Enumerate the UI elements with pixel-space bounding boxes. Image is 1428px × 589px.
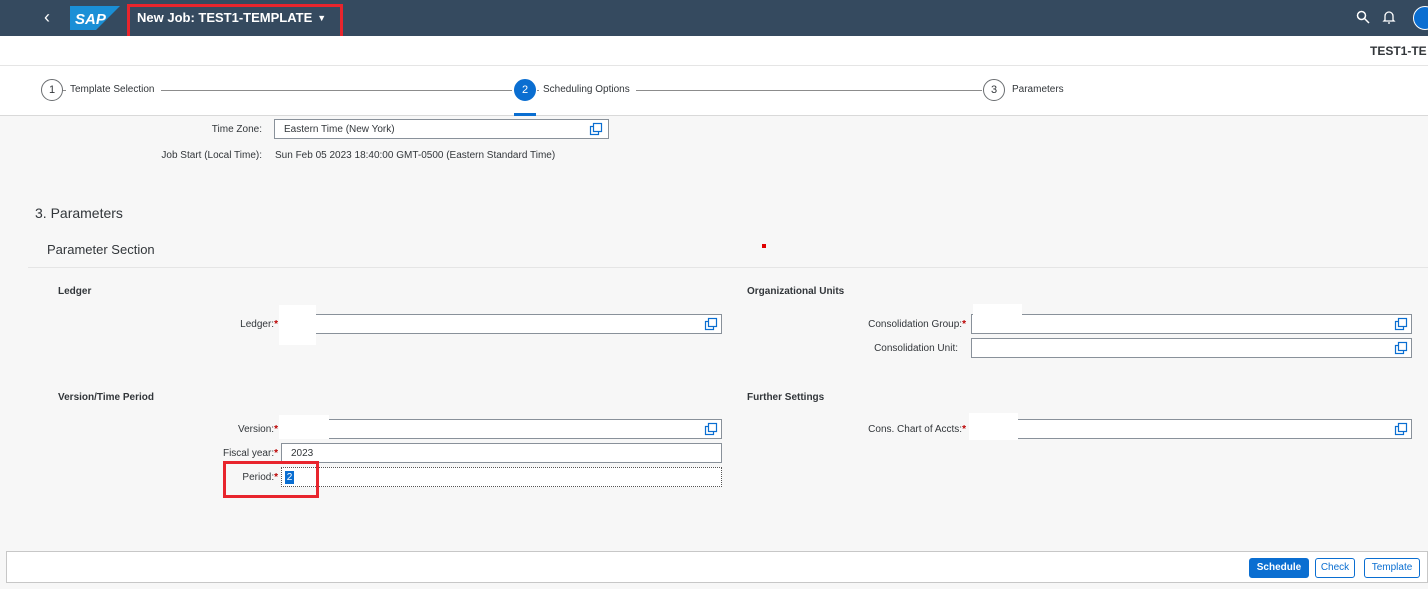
wizard-step-2-label[interactable]: Scheduling Options [539, 83, 636, 97]
required-marker: * [274, 424, 278, 435]
time-zone-label: Time Zone: [211, 124, 262, 135]
fiscal-year-label-text: Fiscal year: [222, 448, 275, 459]
page-title: TEST1-TE [1370, 44, 1427, 58]
template-button[interactable]: Template [1364, 558, 1420, 578]
required-marker: * [962, 424, 966, 435]
time-zone-field[interactable]: Eastern Time (New York) [274, 119, 609, 139]
ledger-label-text: Ledger: [240, 319, 275, 330]
consolidation-group-field[interactable] [971, 314, 1412, 334]
redaction-mask [279, 305, 316, 345]
sap-logo-text: SAP [75, 11, 107, 28]
version-label-text: Version: [237, 424, 275, 435]
fiscal-year-value: 2023 [291, 448, 314, 459]
time-zone-value: Eastern Time (New York) [284, 124, 395, 135]
wizard-step-3-label[interactable]: Parameters [1008, 83, 1070, 97]
value-help-icon[interactable] [589, 122, 603, 136]
parameter-section-title: Parameter Section [47, 242, 155, 257]
job-start-label: Job Start (Local Time): [161, 150, 262, 161]
value-help-icon[interactable] [704, 317, 718, 331]
divider [28, 267, 1428, 268]
back-button[interactable]: ‹ [44, 7, 50, 27]
chart-of-accounts-field[interactable] [971, 419, 1412, 439]
fiscal-year-label: Fiscal year:* [223, 447, 278, 461]
sub-header: TEST1-TE [0, 36, 1428, 66]
ledger-label: Ledger:* [240, 318, 278, 332]
search-icon[interactable] [1356, 10, 1370, 24]
value-help-icon[interactable] [1394, 317, 1408, 331]
version-group-title: Version/Time Period [58, 392, 154, 403]
version-field[interactable] [281, 419, 722, 439]
further-settings-group-title: Further Settings [747, 392, 825, 403]
wizard-step-2-number[interactable]: 2 [514, 79, 536, 101]
period-field[interactable]: 2 [281, 467, 722, 487]
ledger-field[interactable] [281, 314, 722, 334]
marker-dot [762, 244, 766, 248]
org-units-group-title: Organizational Units [747, 286, 845, 297]
footer-toolbar [6, 551, 1428, 583]
redaction-mask [973, 304, 1022, 332]
active-step-indicator [514, 113, 536, 116]
wizard-step-1-number[interactable]: 1 [41, 79, 63, 101]
redaction-mask [969, 413, 1018, 440]
fiscal-year-field[interactable]: 2023 [281, 443, 722, 463]
chart-of-accounts-label-text: Cons. Chart of Accts: [868, 424, 963, 435]
value-help-icon[interactable] [704, 422, 718, 436]
check-button[interactable]: Check [1315, 558, 1355, 578]
schedule-button[interactable]: Schedule [1249, 558, 1309, 578]
value-help-icon[interactable] [1394, 422, 1408, 436]
wizard-step-3-number[interactable]: 3 [983, 79, 1005, 101]
required-marker: * [274, 319, 278, 330]
required-marker: * [274, 448, 278, 459]
version-label: Version:* [238, 423, 278, 437]
redaction-mask [279, 415, 329, 439]
parameters-heading: 3. Parameters [35, 205, 123, 221]
bell-icon[interactable] [1381, 9, 1397, 25]
cons-group-label: Consolidation Group:* [868, 318, 966, 332]
avatar[interactable] [1413, 6, 1428, 30]
chart-of-accounts-label: Cons. Chart of Accts:* [868, 423, 966, 437]
period-highlight-box [223, 461, 319, 498]
job-start-value: Sun Feb 05 2023 18:40:00 GMT-0500 (Easte… [275, 150, 556, 161]
cons-unit-label: Consolidation Unit: [874, 343, 958, 354]
ledger-group-title: Ledger [58, 286, 92, 297]
value-help-icon[interactable] [1394, 341, 1408, 355]
wizard-progress-bar: 1 Template Selection 2 Scheduling Option… [0, 66, 1428, 116]
cons-group-label-text: Consolidation Group: [868, 319, 963, 330]
required-marker: * [962, 319, 966, 330]
consolidation-unit-field[interactable] [971, 338, 1412, 358]
wizard-step-1-label[interactable]: Template Selection [66, 83, 161, 97]
sap-logo: SAP [70, 6, 120, 30]
